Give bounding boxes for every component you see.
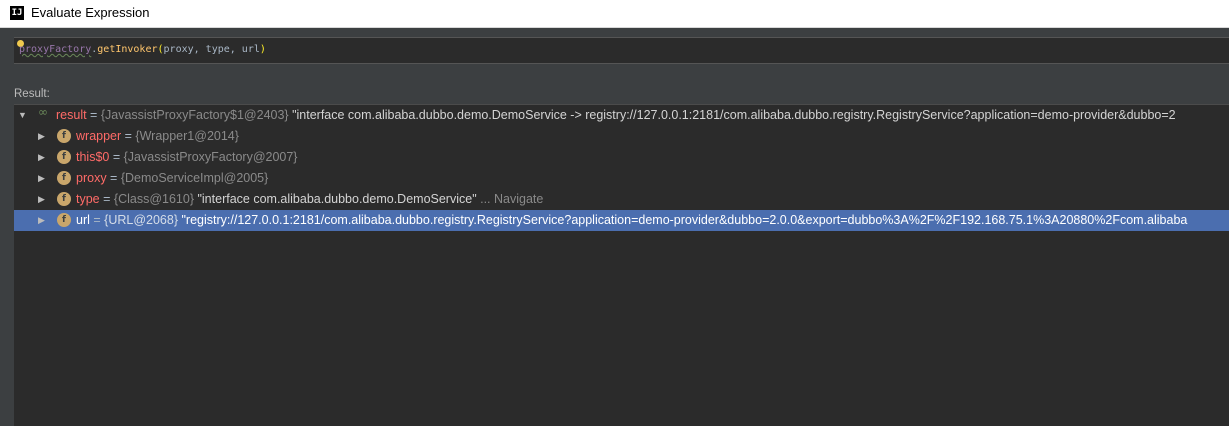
title-bar: IJ Evaluate Expression <box>0 0 1229 28</box>
navigate-link[interactable]: ... Navigate <box>477 192 543 206</box>
tree-row-result[interactable]: ▼ ∞ result = {JavassistProxyFactory$1@24… <box>14 105 1229 126</box>
intellij-app-icon: IJ <box>10 6 24 20</box>
window-title: Evaluate Expression <box>31 5 150 20</box>
tree-row-proxy[interactable]: ▶ f proxy = {DemoServiceImpl@2005} <box>14 168 1229 189</box>
result-label: Result: <box>14 88 50 100</box>
object-ref: {Wrapper1@2014} <box>135 129 239 143</box>
expand-arrow-icon[interactable]: ▶ <box>38 189 48 210</box>
field-icon: f <box>57 213 71 227</box>
var-name: type <box>76 192 100 206</box>
equals-sign: = <box>86 108 101 122</box>
var-name: url <box>76 213 90 227</box>
var-name: proxy <box>76 171 107 185</box>
expression-method: getInvoker <box>97 44 158 55</box>
expand-arrow-icon[interactable]: ▶ <box>38 168 48 189</box>
string-value: "interface com.alibaba.dubbo.demo.DemoSe… <box>194 192 477 206</box>
tree-row-wrapper[interactable]: ▶ f wrapper = {Wrapper1@2014} <box>14 126 1229 147</box>
object-ref: {Class@1610} <box>113 192 194 206</box>
expand-arrow-icon[interactable]: ▶ <box>38 147 48 168</box>
var-name: result <box>56 108 87 122</box>
expression-editor[interactable]: proxyFactory.getInvoker(proxy, type, url… <box>14 37 1229 64</box>
expression-args: proxy, type, url <box>163 44 260 55</box>
object-ref: {DemoServiceImpl@2005} <box>120 171 269 185</box>
field-icon: f <box>57 171 71 185</box>
result-tree[interactable]: ▼ ∞ result = {JavassistProxyFactory$1@24… <box>14 104 1229 426</box>
string-value: "interface com.alibaba.dubbo.demo.DemoSe… <box>288 108 1176 122</box>
expression-field: proxyFactory <box>19 44 92 55</box>
field-icon: f <box>57 192 71 206</box>
field-icon: f <box>57 129 71 143</box>
collapse-arrow-icon[interactable]: ▼ <box>18 105 28 126</box>
expression-text: proxyFactory.getInvoker(proxy, type, url… <box>19 44 266 55</box>
object-ref: {JavassistProxyFactory$1@2403} <box>100 108 289 122</box>
string-value: "registry://127.0.0.1:2181/com.alibaba.d… <box>178 213 1188 227</box>
tree-row-url[interactable]: ▶ f url = {URL@2068} "registry://127.0.0… <box>14 210 1229 231</box>
expression-close-paren: ) <box>259 44 266 55</box>
equals-sign: = <box>89 213 105 227</box>
object-ref: {URL@2068} <box>104 213 179 227</box>
tree-row-type[interactable]: ▶ f type = {Class@1610} "interface com.a… <box>14 189 1229 210</box>
equals-sign: = <box>121 129 136 143</box>
object-ref: {JavassistProxyFactory@2007} <box>123 150 298 164</box>
equals-sign: = <box>99 192 114 206</box>
equals-sign: = <box>106 171 121 185</box>
equals-sign: = <box>109 150 124 164</box>
field-icon: f <box>57 150 71 164</box>
expand-arrow-icon[interactable]: ▶ <box>38 210 48 231</box>
var-name: this$0 <box>76 150 110 164</box>
var-name: wrapper <box>76 129 122 143</box>
infinity-result-icon: ∞ <box>38 105 48 119</box>
expand-arrow-icon[interactable]: ▶ <box>38 126 48 147</box>
tree-row-this0[interactable]: ▶ f this$0 = {JavassistProxyFactory@2007… <box>14 147 1229 168</box>
